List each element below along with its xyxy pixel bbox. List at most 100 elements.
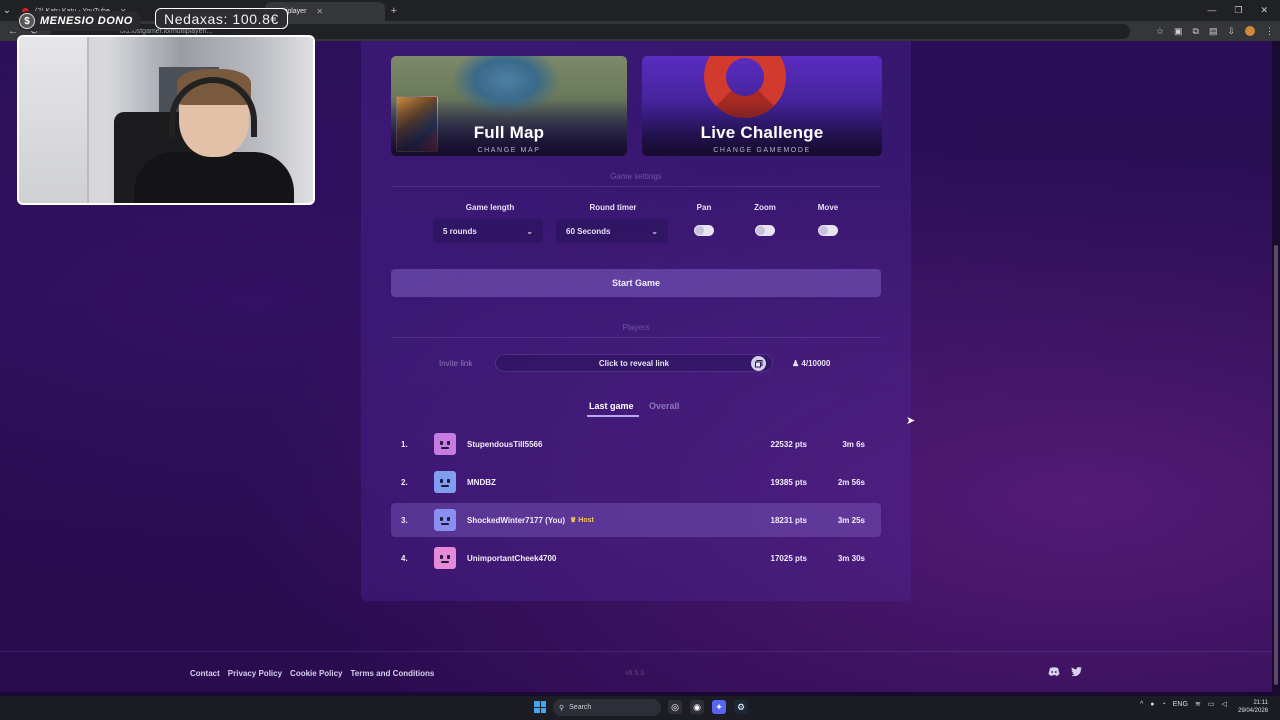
menu-icon[interactable]: ⋮ — [1265, 26, 1274, 37]
scrollbar-thumb[interactable] — [1274, 245, 1278, 685]
player-rank: 3. — [401, 515, 408, 525]
close-icon[interactable]: ✕ — [316, 7, 323, 16]
player-rank: 2. — [401, 477, 408, 487]
taskbar-search-input[interactable]: ⚲ Search — [553, 699, 661, 716]
table-row[interactable]: 3. ShockedWinter7177 (You) ♛ Host 18231 pts… — [391, 503, 881, 537]
taskbar-clock[interactable]: 21:11 29/04/2026 — [1238, 699, 1268, 715]
player-name: UnimportantCheek4700 — [467, 553, 557, 563]
start-game-button[interactable]: Start Game — [391, 269, 881, 297]
avatar — [434, 509, 456, 531]
player-points: 17025 pts — [770, 553, 807, 563]
move-toggle[interactable] — [818, 225, 838, 236]
avatar-mouth — [441, 447, 449, 449]
microphone-icon[interactable]: ● — [1150, 701, 1154, 708]
gamemode-card[interactable]: Live Challenge CHANGE GAMEMODE — [642, 56, 882, 156]
round-timer-select[interactable]: 60 Seconds ⌄ — [556, 219, 668, 243]
change-gamemode-label: CHANGE GAMEMODE — [713, 147, 811, 154]
divider — [391, 337, 881, 338]
sidebar-icon[interactable]: ▤ — [1209, 26, 1218, 37]
chevron-down-icon: ⌄ — [651, 226, 658, 236]
zoom-toggle[interactable] — [755, 225, 775, 236]
avatar-mouth — [441, 523, 449, 525]
zoom-label: Zoom — [754, 203, 776, 212]
tab-list-button[interactable]: ⌄ — [0, 5, 14, 16]
tab-last-game[interactable]: Last game — [589, 401, 634, 411]
maximize-icon[interactable]: ❐ — [1234, 5, 1242, 16]
donation-amount: Nedaxas: 100.8€ — [155, 8, 288, 29]
download-icon[interactable]: ⇩ — [1227, 26, 1235, 37]
language-indicator[interactable]: ENG — [1173, 701, 1188, 708]
footer-link-cookie[interactable]: Cookie Policy — [290, 669, 342, 678]
discord-icon[interactable] — [1048, 667, 1060, 680]
bookmark-star-icon[interactable]: ☆ — [1156, 26, 1164, 37]
player-time: 3m 25s — [837, 515, 865, 525]
clock-time: 21:11 — [1253, 700, 1269, 706]
monitor-icon[interactable]: ▭ — [1208, 700, 1215, 708]
toggle-knob — [819, 226, 828, 235]
windows-start-icon[interactable] — [534, 701, 546, 713]
steam-icon[interactable]: ⚙ — [734, 700, 748, 714]
avatar[interactable] — [1245, 26, 1255, 36]
volume-icon[interactable]: ◁ — [1221, 700, 1226, 708]
search-icon: ⚲ — [559, 704, 565, 712]
copy-icon[interactable] — [751, 356, 766, 371]
player-name-cell: MNDBZ — [467, 478, 737, 487]
footer-links: Contact Privacy Policy Cookie Policy Ter… — [190, 669, 434, 678]
start-tile — [534, 707, 540, 713]
avatar-eye — [440, 479, 443, 483]
footer-link-privacy[interactable]: Privacy Policy — [228, 669, 282, 678]
footer-link-contact[interactable]: Contact — [190, 669, 220, 678]
start-tile — [540, 707, 546, 713]
player-name: MNDBZ — [467, 477, 496, 487]
player-time: 2m 56s — [837, 477, 865, 487]
avatar-mouth — [441, 561, 449, 563]
pan-toggle[interactable] — [694, 225, 714, 236]
player-points: 18231 pts — [770, 515, 807, 525]
avatar-eye — [447, 517, 450, 521]
discord-glyph — [1048, 667, 1060, 676]
avatar-mouth — [441, 485, 449, 487]
toggle-knob — [695, 226, 704, 235]
avatar-eye — [447, 441, 450, 445]
minimize-icon[interactable]: — — [1207, 5, 1216, 16]
game-length-value: 5 rounds — [443, 226, 477, 236]
footer-link-terms[interactable]: Terms and Conditions — [351, 669, 435, 678]
network-icon[interactable]: ◔ — [1162, 701, 1166, 708]
table-row[interactable]: 4. UnimportantCheek4700 17025 pts 3m 30s — [391, 541, 881, 575]
round-timer-label: Round timer — [589, 203, 637, 212]
player-rank: 1. — [401, 439, 408, 449]
chrome-icon[interactable]: ◉ — [690, 700, 704, 714]
chevron-up-icon[interactable]: ^ — [1140, 701, 1143, 708]
app-icon[interactable]: ◎ — [668, 700, 682, 714]
table-row[interactable]: 1. StupendousTill5566 22532 pts 3m 6s — [391, 427, 881, 461]
wifi-icon[interactable]: ≋ — [1195, 700, 1201, 708]
round-timer-value: 60 Seconds — [566, 226, 611, 236]
settings-heading: Game settings — [610, 172, 662, 181]
invite-link-label: Invite link — [439, 359, 473, 368]
toggle-knob — [756, 226, 765, 235]
extension-icon[interactable]: ▣ — [1174, 26, 1183, 37]
host-badge-label: Host — [578, 517, 594, 524]
reveal-link-button[interactable]: Click to reveal link — [495, 354, 773, 372]
back-icon[interactable]: ← — [6, 26, 20, 37]
avatar — [434, 471, 456, 493]
player-name: ShockedWinter7177 (You) — [467, 515, 566, 525]
puzzle-icon[interactable]: ⧉ — [1193, 26, 1199, 37]
discord-app-icon[interactable]: ✦ — [712, 700, 726, 714]
map-card[interactable]: Full Map CHANGE MAP — [391, 56, 627, 156]
move-label: Move — [817, 203, 839, 212]
player-time: 3m 6s — [842, 439, 865, 449]
clock-date: 29/04/2026 — [1238, 708, 1269, 714]
donation-label: MENESIO DONO — [40, 15, 133, 27]
avatar — [434, 547, 456, 569]
system-tray: ^ ● ◔ ENG ≋ ▭ ◁ — [1140, 700, 1227, 709]
close-window-icon[interactable]: ✕ — [1260, 5, 1268, 16]
twitter-glyph — [1071, 667, 1082, 677]
new-tab-icon[interactable]: + — [391, 5, 397, 17]
twitter-icon[interactable] — [1071, 667, 1082, 679]
pan-label: Pan — [696, 203, 712, 212]
table-row[interactable]: 2. MNDBZ 19385 pts 2m 56s — [391, 465, 881, 499]
version-label: v6.5.3 — [625, 670, 645, 677]
game-length-select[interactable]: 5 rounds ⌄ — [433, 219, 543, 243]
tab-overall[interactable]: Overall — [649, 401, 680, 411]
